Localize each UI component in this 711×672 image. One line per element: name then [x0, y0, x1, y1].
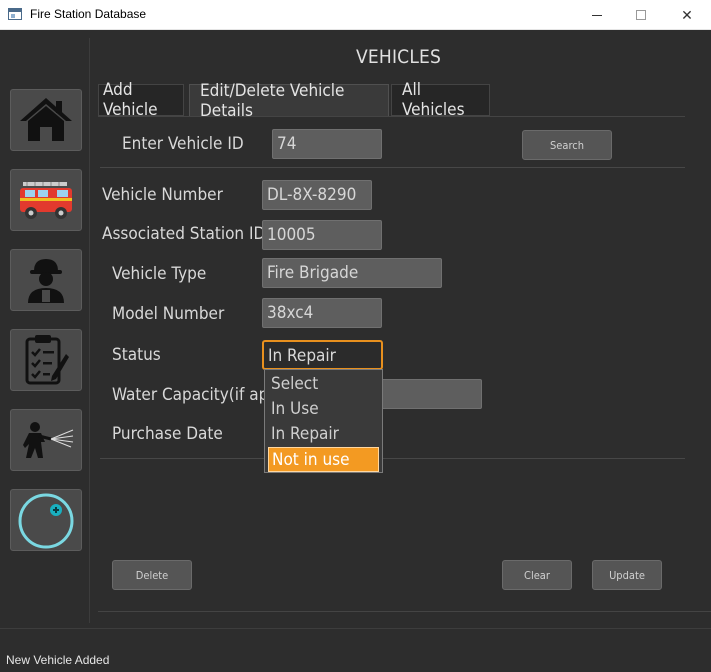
page-title: VEHICLES [356, 46, 442, 68]
model-number-label: Model Number [112, 304, 225, 324]
minimize-button[interactable] [574, 0, 620, 30]
water-capacity-input[interactable] [372, 379, 482, 409]
sidebar-item-home[interactable] [10, 89, 82, 151]
firefighter-hose-icon [23, 422, 74, 458]
sidebar-item-add[interactable] [10, 489, 82, 551]
search-divider [100, 167, 685, 168]
window-title: Fire Station Database [30, 7, 147, 21]
sidebar-item-vehicles[interactable] [10, 169, 82, 231]
station-id-label: Associated Station ID [102, 224, 266, 244]
window-titlebar: Fire Station Database ✕ [0, 0, 711, 30]
status-dropdown-list: Select In Use In Repair Not in use [264, 369, 383, 473]
delete-button[interactable]: Delete [112, 560, 192, 590]
status-select[interactable]: In Repair [262, 340, 383, 370]
status-option-in-use[interactable]: In Use [268, 397, 379, 422]
sidebar-item-reports[interactable] [10, 329, 82, 391]
update-button[interactable]: Update [592, 560, 662, 590]
vehicle-id-input[interactable]: 74 [272, 129, 382, 159]
add-circle-icon [18, 493, 74, 549]
tab-edit-delete-vehicle[interactable]: Edit/Delete Vehicle Details [189, 81, 389, 121]
status-option-in-repair[interactable]: In Repair [268, 422, 379, 447]
status-option-not-in-use[interactable]: Not in use [268, 447, 379, 472]
vehicle-number-label: Vehicle Number [102, 185, 223, 205]
search-button[interactable]: Search [522, 130, 612, 160]
sidebar-item-operations[interactable] [10, 409, 82, 471]
station-id-input[interactable]: 10005 [262, 220, 382, 250]
status-message: New Vehicle Added [6, 653, 110, 667]
form-divider [100, 458, 685, 459]
fire-truck-icon [20, 182, 72, 219]
home-icon [20, 98, 72, 141]
model-number-input[interactable]: 38xc4 [262, 298, 382, 328]
firefighter-icon [28, 259, 64, 303]
tab-panel-border [98, 116, 685, 117]
bottom-divider [98, 611, 711, 612]
minimize-icon [592, 14, 602, 16]
water-capacity-label: Water Capacity(if applicable) [112, 385, 264, 405]
vehicle-type-input[interactable]: Fire Brigade [262, 258, 442, 288]
vehicle-number-input[interactable]: DL-8X-8290 [262, 180, 372, 210]
clipboard-icon [25, 335, 69, 385]
vehicle-type-label: Vehicle Type [112, 264, 207, 284]
app-icon [8, 8, 22, 20]
tab-all-vehicles[interactable]: All Vehicles [391, 80, 490, 120]
close-icon: ✕ [681, 6, 693, 23]
purchase-date-label: Purchase Date [112, 424, 223, 444]
maximize-icon [636, 10, 646, 20]
clear-button[interactable]: Clear [502, 560, 572, 590]
vehicle-id-label: Enter Vehicle ID [122, 134, 244, 154]
sidebar-divider [89, 38, 90, 623]
status-option-select[interactable]: Select [268, 372, 379, 397]
sidebar-item-firefighters[interactable] [10, 249, 82, 311]
tab-add-vehicle[interactable]: Add Vehicle [98, 80, 184, 120]
status-label: Status [112, 345, 161, 365]
maximize-button[interactable] [618, 0, 664, 30]
close-button[interactable]: ✕ [664, 0, 710, 30]
